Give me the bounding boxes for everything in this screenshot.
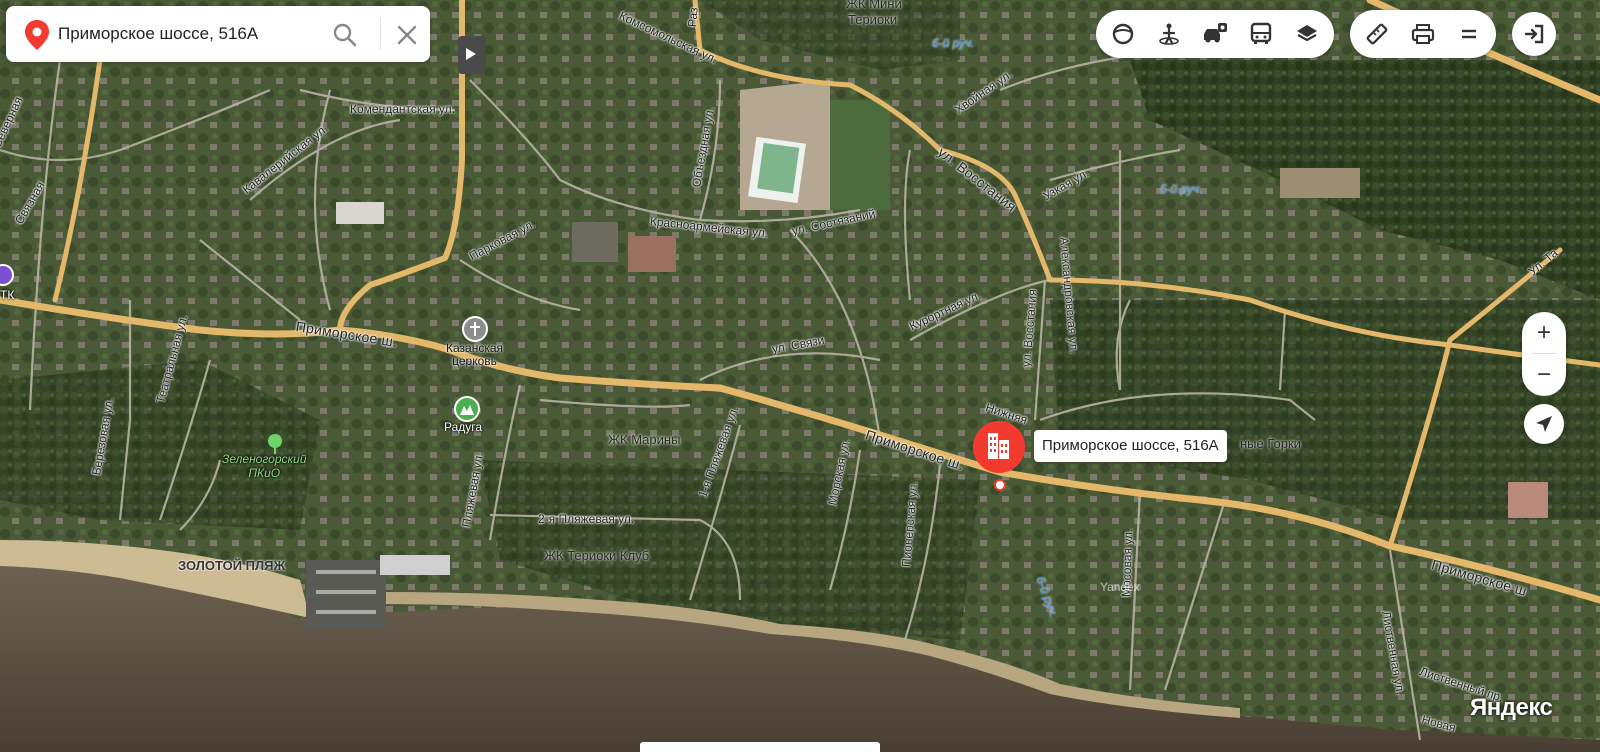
park-label: Зеленогорский ПКиО — [222, 452, 307, 480]
zoom-out-button[interactable]: − — [1522, 354, 1566, 396]
panorama-icon — [1112, 23, 1134, 45]
search-icon[interactable] — [332, 22, 358, 48]
my-location-button[interactable] — [1524, 404, 1564, 444]
menu-icon — [1462, 29, 1476, 39]
stream-label: 6-й руч. — [932, 36, 975, 50]
zoom-control: + − — [1522, 312, 1566, 396]
tools-toolbar — [1350, 10, 1496, 58]
collapse-panel-button[interactable] — [458, 36, 486, 74]
panorama-button[interactable] — [1100, 10, 1146, 58]
park-icon — [460, 405, 474, 415]
park-poi[interactable] — [266, 434, 284, 454]
print-icon — [1411, 24, 1435, 44]
traffic-button[interactable] — [1192, 10, 1238, 58]
raduga-label: Радуга — [444, 420, 483, 434]
login-icon — [1524, 24, 1544, 44]
ruler-icon — [1366, 23, 1388, 45]
tree-icon — [268, 434, 282, 454]
menu-button[interactable] — [1446, 10, 1492, 58]
search-input[interactable] — [58, 16, 330, 52]
area-label: Териоки — [848, 12, 898, 27]
map-layers-toolbar — [1096, 10, 1334, 58]
church-label: Казанская церковь — [446, 341, 504, 368]
location-arrow-icon — [1536, 416, 1552, 432]
layers-button[interactable] — [1284, 10, 1330, 58]
marker-dot — [994, 479, 1006, 491]
scale-bar — [640, 742, 880, 752]
login-button[interactable] — [1512, 12, 1556, 56]
yandex-logo[interactable]: Яндекс — [1470, 694, 1553, 722]
selected-place-label[interactable]: Приморское шоссе, 516А — [1034, 430, 1227, 462]
search-box — [6, 6, 430, 62]
pedestrian-button[interactable] — [1146, 10, 1192, 58]
road-label: 2-я Пляжевая ул. — [538, 512, 635, 526]
zoom-in-button[interactable]: + — [1522, 312, 1566, 354]
church-poi[interactable] — [462, 316, 488, 342]
area-label: ЖК Марины — [608, 432, 681, 447]
print-button[interactable] — [1400, 10, 1446, 58]
satellite-map[interactable] — [0, 0, 1600, 752]
stream-label: 5-й руч. — [1160, 182, 1203, 196]
area-label: ные Горки — [1240, 436, 1301, 451]
yandex-watermark: Yandex — [1100, 580, 1140, 594]
search-divider — [380, 18, 381, 50]
location-pin-icon — [25, 20, 49, 50]
transit-icon — [1250, 22, 1272, 44]
tk-label: ТК — [0, 288, 15, 302]
ruler-button[interactable] — [1354, 10, 1400, 58]
selected-place-marker[interactable] — [972, 421, 1026, 491]
close-icon[interactable] — [396, 24, 418, 46]
triangle-right-icon — [466, 48, 476, 60]
beach-label: ЗОЛОТОЙ ПЛЯЖ — [178, 558, 286, 573]
area-label: ЖК Мини — [846, 0, 902, 11]
road-label: Раз — [685, 6, 701, 28]
layers-icon — [1297, 25, 1317, 42]
area-label: ЖК Териоки Клуб — [544, 548, 650, 563]
pedestrian-icon — [1159, 23, 1179, 45]
road-label: Комендантская ул. — [350, 102, 455, 116]
transit-button[interactable] — [1238, 10, 1284, 58]
traffic-icon — [1204, 23, 1227, 43]
raduga-poi[interactable] — [454, 396, 480, 422]
cross-icon — [470, 322, 480, 336]
